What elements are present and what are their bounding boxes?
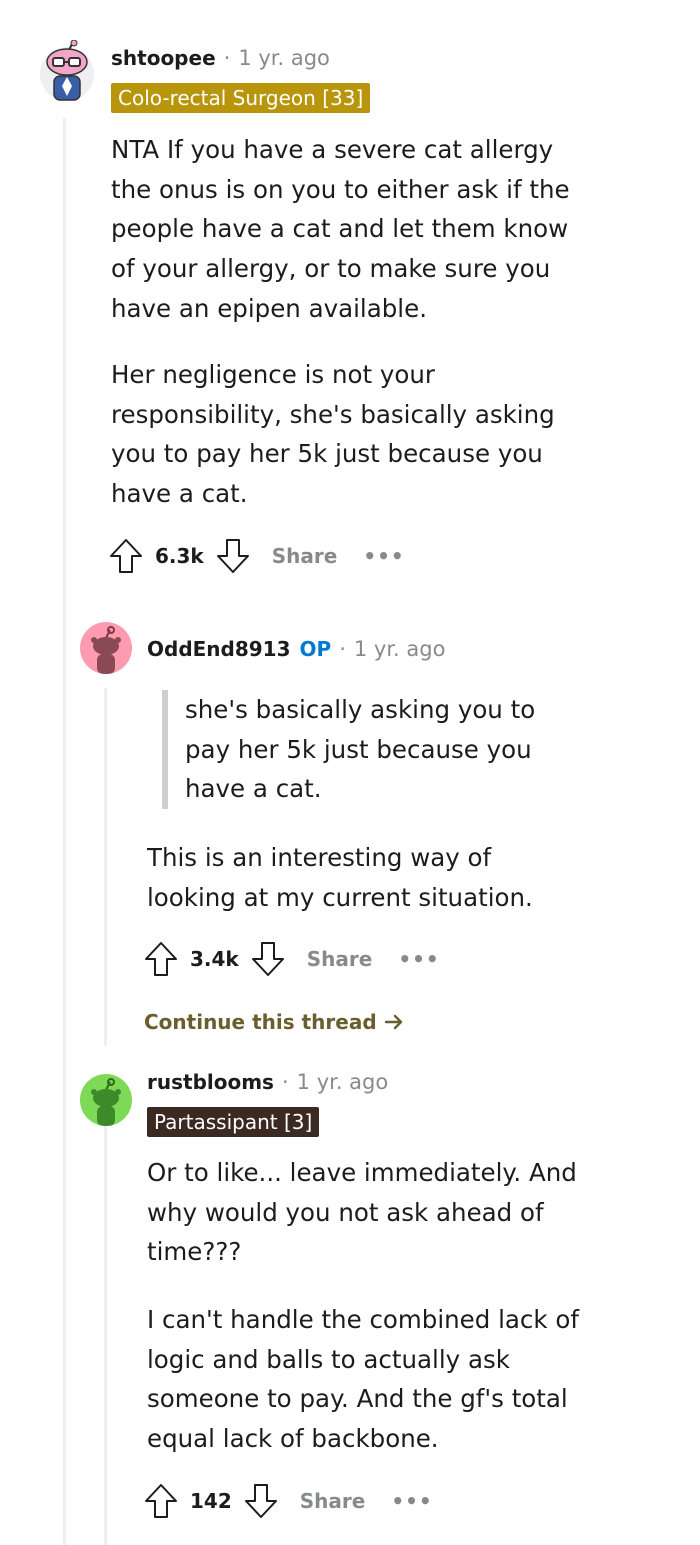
comment-meta: rustblooms · 1 yr. ago [147,1070,388,1094]
downvote-arrow-icon [251,942,284,976]
continue-thread-link[interactable]: Continue this thread [144,1010,404,1034]
thread-line-reply[interactable] [104,688,107,1046]
avatar[interactable] [80,622,132,674]
upvote-button[interactable] [144,941,178,977]
upvote-arrow-icon [145,1484,177,1518]
more-options-button[interactable]: ••• [398,947,439,971]
upvote-button[interactable] [109,538,143,574]
user-flair: Partassipant [3] [147,1107,320,1137]
user-flair: Colo-rectal Surgeon [33] [111,83,371,113]
vote-score: 3.4k [190,947,239,971]
comment-actions: 3.4k Share ••• [144,939,440,979]
comment-paragraph: This is an interesting way of looking at… [147,843,533,912]
comment-paragraph: Or to like... leave immediately. And why… [147,1158,577,1267]
timestamp[interactable]: 1 yr. ago [354,637,446,661]
share-button[interactable]: Share [272,544,338,568]
snoo-avatar-default-green-icon [91,1078,121,1126]
comment-meta: OddEnd8913 OP · 1 yr. ago [147,637,445,661]
username[interactable]: OddEnd8913 [147,637,291,661]
comment-paragraph: I can't handle the combined lack of logi… [147,1305,579,1454]
share-button[interactable]: Share [300,1489,366,1513]
comment-actions: 142 Share ••• [144,1481,433,1521]
downvote-button[interactable] [251,941,285,977]
comment-meta: shtoopee · 1 yr. ago [111,46,330,70]
snoo-avatar-default-pink-icon [91,626,121,674]
quoted-text: she's basically asking you to pay her 5k… [162,690,560,810]
snoo-avatar-pink-glasses-icon [40,39,94,101]
separator-dot: · [339,637,346,661]
arrow-right-icon [384,1014,402,1030]
comment-paragraph: Her negligence is not your responsibilit… [111,360,555,509]
continue-thread-label: Continue this thread [144,1010,377,1034]
comment-paragraph: NTA If you have a severe cat allergy the… [111,135,570,323]
downvote-button[interactable] [216,538,250,574]
vote-score: 6.3k [155,544,204,568]
username[interactable]: shtoopee [111,46,216,70]
avatar[interactable] [40,39,94,102]
downvote-arrow-icon [244,1484,277,1518]
more-options-button[interactable]: ••• [363,544,404,568]
separator-dot: · [281,1070,289,1094]
upvote-arrow-icon [110,539,142,573]
share-button[interactable]: Share [307,947,373,971]
op-badge: OP [299,637,332,661]
username[interactable]: rustblooms [147,1070,274,1094]
comment-actions: 6.3k Share ••• [109,536,405,576]
timestamp[interactable]: 1 yr. ago [238,46,330,70]
thread-line-reply-2[interactable] [104,1126,107,1545]
upvote-arrow-icon [145,942,177,976]
downvote-arrow-icon [216,539,249,573]
vote-score: 142 [190,1489,232,1513]
timestamp[interactable]: 1 yr. ago [297,1070,389,1094]
avatar[interactable] [80,1074,132,1126]
more-options-button[interactable]: ••• [391,1489,432,1513]
upvote-button[interactable] [144,1483,178,1519]
thread-line-root[interactable] [63,118,66,1545]
separator-dot: · [223,46,231,70]
downvote-button[interactable] [244,1483,278,1519]
